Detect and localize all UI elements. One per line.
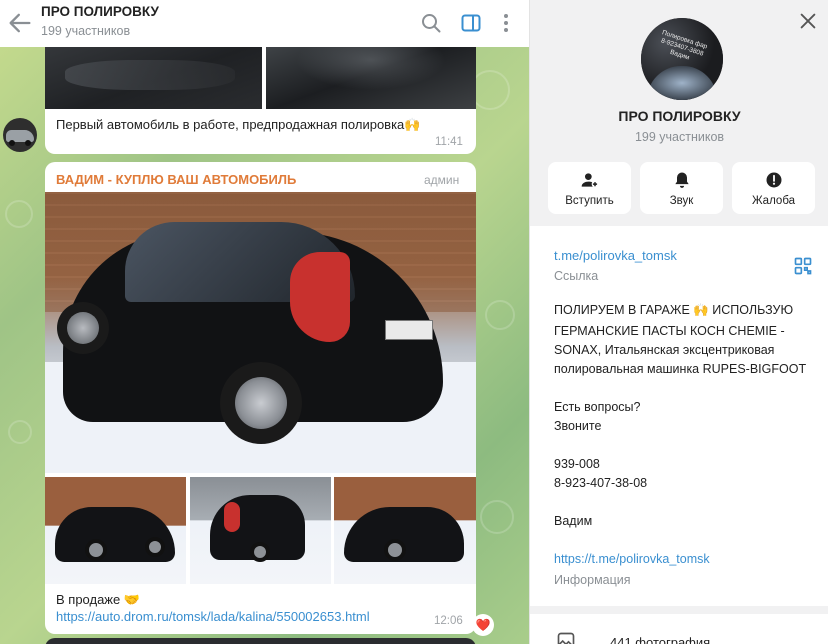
report-button[interactable]: Жалоба xyxy=(732,162,815,214)
panel-header: Полировка фар 8-923407-3808 Вадим ПРО ПО… xyxy=(530,0,828,226)
qr-code-icon[interactable] xyxy=(793,256,813,276)
description-line: ПОЛИРУЕМ В ГАРАЖЕ 🙌 ИСПОЛЬЗУЮ xyxy=(554,303,794,317)
message-text: В продаже 🤝 xyxy=(56,592,141,607)
report-icon xyxy=(766,172,781,188)
background-doodle xyxy=(5,200,33,228)
add-user-icon xyxy=(581,173,598,188)
admin-badge: админ xyxy=(424,173,460,187)
message-link[interactable]: https://auto.drom.ru/tomsk/lada/kalina/5… xyxy=(56,609,370,624)
message-time: 11:41 xyxy=(435,136,463,148)
channel-link[interactable]: t.me/polirovka_tomsk xyxy=(554,248,677,263)
heart-reaction[interactable]: ❤️ xyxy=(472,614,494,636)
message-bubble[interactable]: ВАДИМ - КУПЛЮ ВАШ АВТОМОБИЛЬ админ В про… xyxy=(45,162,476,634)
back-icon[interactable] xyxy=(6,9,34,37)
message-photo[interactable] xyxy=(334,477,476,584)
link-caption: Ссылка xyxy=(554,269,599,283)
info-caption: Информация xyxy=(554,573,631,587)
photos-row[interactable]: 441 фотография xyxy=(530,614,828,644)
search-icon[interactable] xyxy=(419,11,443,35)
sender-name[interactable]: ВАДИМ - КУПЛЮ ВАШ АВТОМОБИЛЬ xyxy=(56,172,296,187)
message-photo[interactable] xyxy=(45,477,186,584)
description-line: 939-008 xyxy=(554,457,600,471)
description-line: SONAX, Итальянская эксцентриковая xyxy=(554,343,775,357)
channel-info: t.me/polirovka_tomsk Ссылка ПОЛИРУЕМ В Г… xyxy=(530,226,828,606)
channel-members: 199 участников xyxy=(634,130,725,144)
description-line: полировальная машинка RUPES-BIGFOOT xyxy=(554,362,807,376)
channel-info-panel: Полировка фар 8-923407-3808 Вадим ПРО ПО… xyxy=(529,0,828,644)
chat-title[interactable]: ПРО ПОЛИРОВКУ xyxy=(41,4,159,19)
chat-area: ПРО ПОЛИРОВКУ 199 участников Первый авто… xyxy=(0,0,529,644)
message-photo[interactable] xyxy=(45,192,476,473)
background-doodle xyxy=(480,500,514,534)
description-line: 8-923-407-38-08 xyxy=(554,476,648,490)
photos-icon xyxy=(557,632,575,644)
bell-icon xyxy=(674,172,689,188)
channel-name: ПРО ПОЛИРОВКУ xyxy=(618,108,741,124)
sound-button[interactable]: Звук xyxy=(640,162,723,214)
background-doodle xyxy=(485,300,515,330)
photos-count: 441 фотография xyxy=(610,635,711,644)
message-photo[interactable] xyxy=(190,477,331,584)
description-line: Есть вопросы? xyxy=(554,400,641,414)
description-line: Вадим xyxy=(554,514,593,528)
description-line: Звоните xyxy=(554,419,602,433)
sidebar-toggle-icon[interactable] xyxy=(459,11,483,35)
background-doodle xyxy=(470,70,510,110)
channel-avatar[interactable]: Полировка фар 8-923407-3808 Вадим xyxy=(641,18,723,100)
join-label: Вступить xyxy=(565,195,614,207)
message-text: Первый автомобиль в работе, предпродажна… xyxy=(56,117,421,132)
background-doodle xyxy=(8,420,32,444)
message-time: 12:06 xyxy=(434,615,463,627)
chat-header: ПРО ПОЛИРОВКУ 199 участников xyxy=(0,0,529,47)
description-line: ГЕРМАНСКИЕ ПАСТЫ КОСН СНЕМIE - xyxy=(554,324,785,338)
report-label: Жалоба xyxy=(751,195,796,207)
sender-avatar[interactable] xyxy=(3,118,37,152)
close-icon[interactable] xyxy=(797,10,819,32)
more-icon[interactable] xyxy=(494,11,518,35)
description-link[interactable]: https://t.me/polirovka_tomsk xyxy=(554,552,710,566)
chat-subtitle: 199 участников xyxy=(41,24,131,38)
sound-label: Звук xyxy=(669,195,694,207)
message-photo[interactable] xyxy=(45,638,476,644)
join-button[interactable]: Вступить xyxy=(548,162,631,214)
